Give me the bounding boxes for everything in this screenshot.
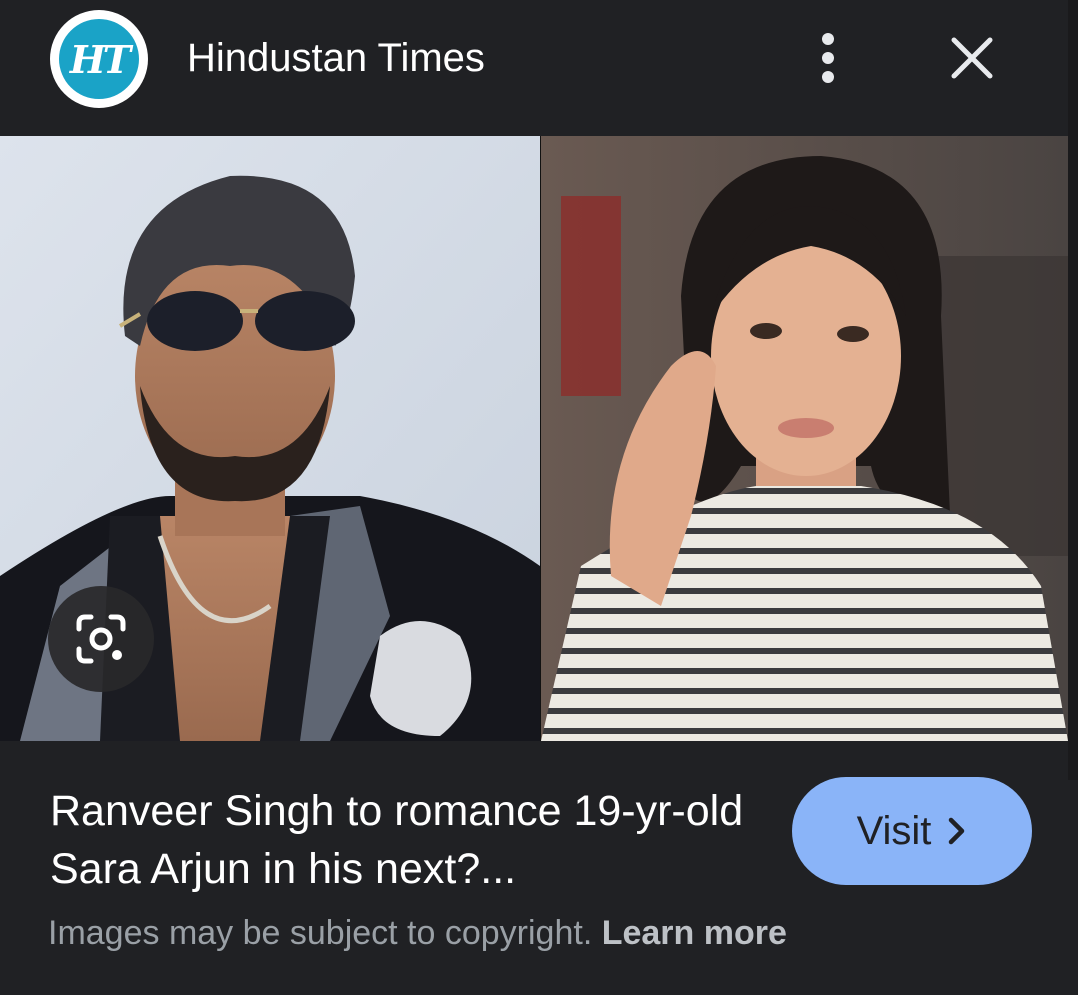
- hindustan-times-logo[interactable]: HT: [50, 10, 148, 108]
- more-options-button[interactable]: [800, 26, 856, 90]
- google-lens-icon: [76, 614, 126, 664]
- chevron-right-icon: [949, 817, 965, 845]
- close-icon: [951, 37, 993, 79]
- girl-in-striped-top-photo: [541, 136, 1068, 741]
- scrollbar[interactable]: [1068, 0, 1078, 780]
- copyright-text: Images may be subject to copyright.: [48, 914, 593, 952]
- more-vert-icon: [822, 33, 834, 83]
- image-preview[interactable]: [0, 136, 1068, 741]
- lens-search-button[interactable]: [48, 586, 154, 692]
- close-button[interactable]: [940, 26, 1004, 90]
- copyright-notice: Images may be subject to copyright. Lear…: [48, 910, 787, 956]
- visit-button[interactable]: Visit: [792, 777, 1032, 885]
- visit-label: Visit: [856, 808, 932, 853]
- source-title[interactable]: Hindustan Times: [187, 32, 485, 84]
- logo-badge: HT: [59, 19, 139, 99]
- result-title[interactable]: Ranveer Singh to romance 19-yr-old Sara …: [50, 782, 750, 898]
- logo-text: HT: [69, 36, 131, 82]
- learn-more-link[interactable]: Learn more: [602, 914, 787, 952]
- source-header: HT Hindustan Times: [0, 0, 1078, 136]
